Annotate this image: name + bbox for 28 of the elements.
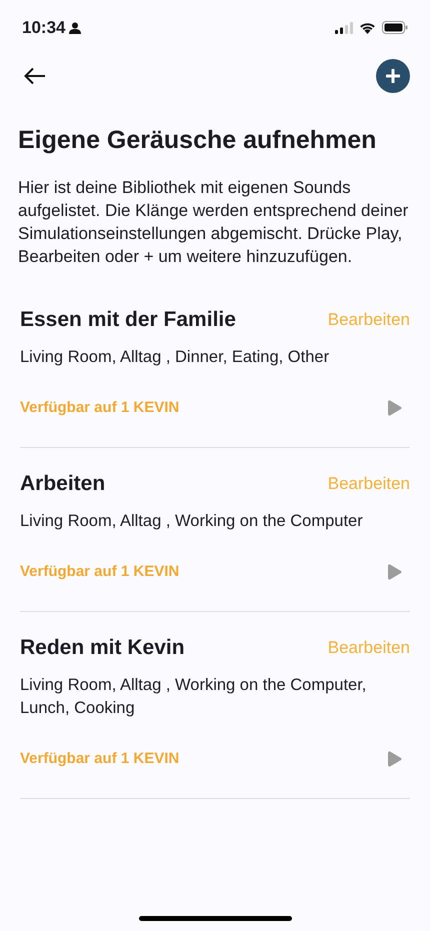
- signal-icon: [335, 22, 353, 34]
- back-arrow-icon: [24, 67, 46, 85]
- sound-title: Arbeiten: [20, 471, 106, 497]
- play-icon: [388, 398, 402, 417]
- sound-tags: Living Room, Alltag , Working on the Computer: [20, 510, 410, 532]
- plus-icon: [386, 69, 400, 83]
- page-title: Eigene Geräusche aufnehmen: [17, 125, 378, 156]
- availability-text: Verfügbar auf 1 KEVIN: [20, 748, 180, 768]
- play-button[interactable]: [388, 750, 402, 768]
- sound-title: Essen mit der Familie: [20, 307, 236, 333]
- wifi-icon: [359, 22, 376, 34]
- availability-text: Verfügbar auf 1 KEVIN: [20, 398, 180, 418]
- sound-tags: Living Room, Alltag , Dinner, Eating, Other: [20, 346, 410, 368]
- edit-link[interactable]: Bearbeiten: [328, 307, 410, 332]
- play-icon: [388, 562, 402, 581]
- sound-title: Reden mit Kevin: [20, 635, 185, 661]
- person-icon: [69, 22, 82, 34]
- play-button[interactable]: [388, 562, 402, 581]
- edit-link[interactable]: Bearbeiten: [328, 471, 410, 496]
- play-button[interactable]: [388, 398, 402, 417]
- add-button[interactable]: [376, 59, 410, 93]
- status-time: 10:34: [22, 16, 66, 39]
- edit-link[interactable]: Bearbeiten: [328, 635, 410, 660]
- availability-text: Verfügbar auf 1 KEVIN: [20, 562, 180, 582]
- description-text: Hier ist deine Bibliothek mit eigenen Sounds aufgelistet. Die Klänge werden entsprechend deiner Simulationseinstellungen abgemischt. Drücke Play, Bearbeiten oder + um weitere hinzuzufügen.: [17, 177, 410, 268]
- sound-tags: Living Room, Alltag , Working on the Computer, Lunch, Cooking: [20, 674, 410, 720]
- battery-icon: [382, 21, 408, 34]
- play-icon: [388, 750, 402, 768]
